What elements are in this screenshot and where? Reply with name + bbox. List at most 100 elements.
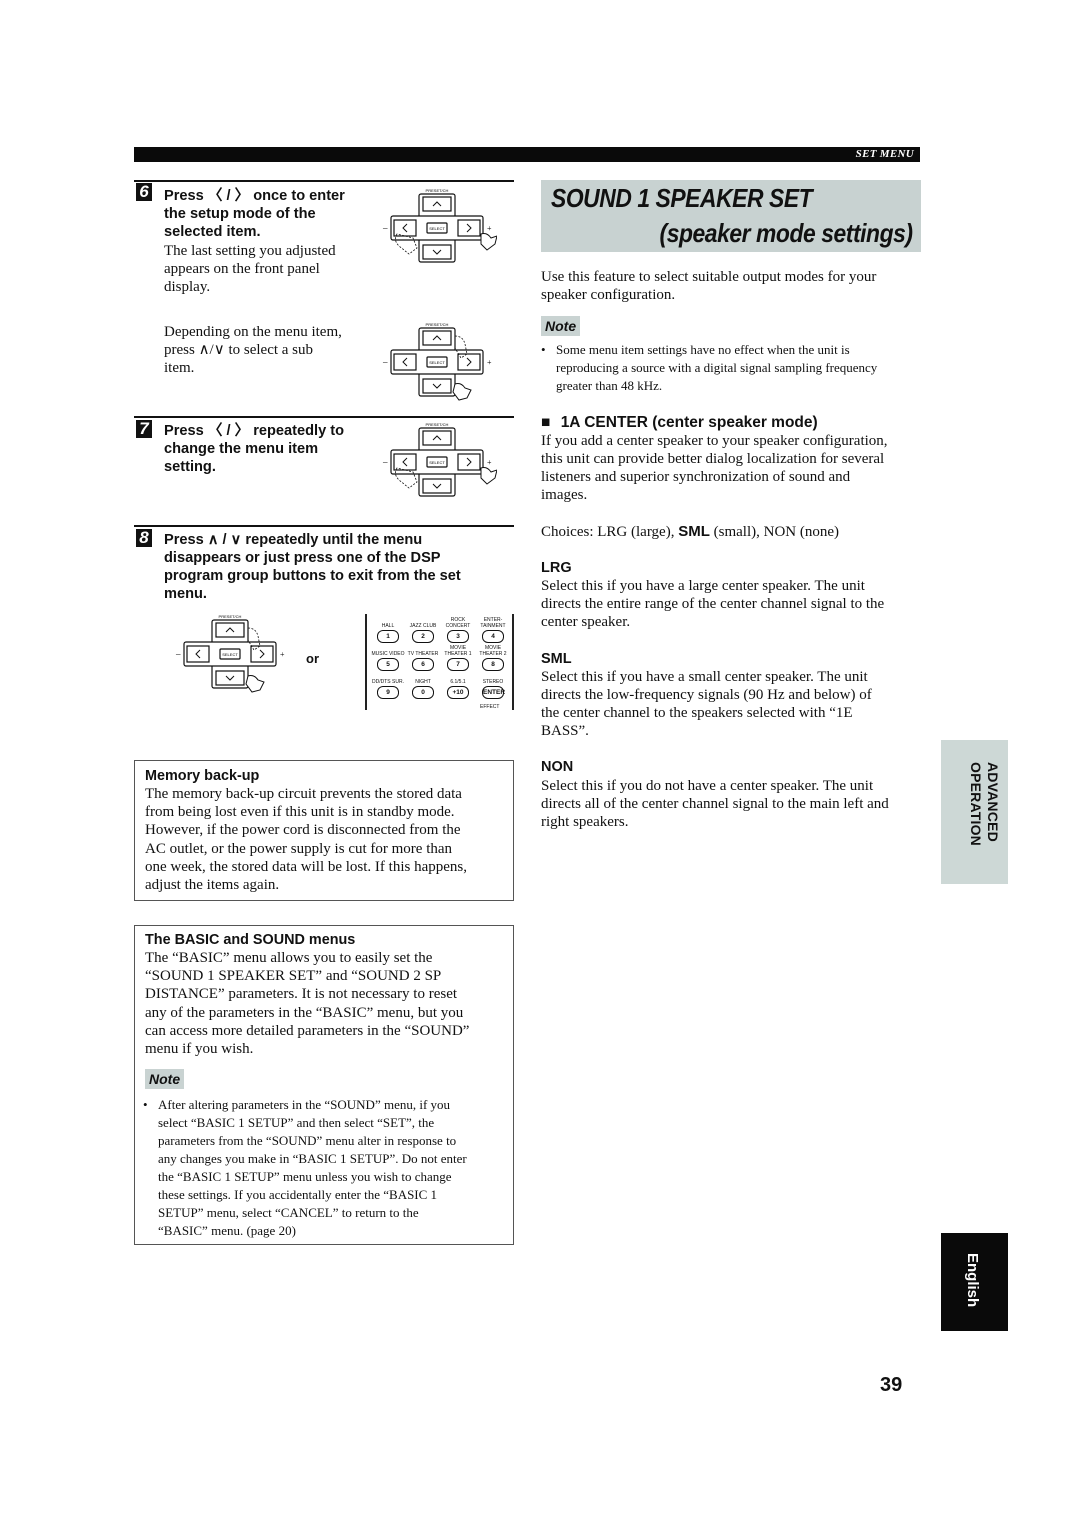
dsp-program-button: TV THEATER 6 xyxy=(406,646,440,671)
svg-text:SELECT: SELECT xyxy=(429,360,445,365)
body-line: Select this if you have a large center s… xyxy=(541,578,865,594)
dsp-key: 1 xyxy=(377,630,399,643)
choices-suffix: (small), NON (none) xyxy=(709,524,840,540)
body-line: BASS”. xyxy=(541,723,589,739)
body-line: right speakers. xyxy=(541,814,629,830)
dsp-program-button: STEREO ENTER xyxy=(476,674,510,699)
section-title: 1A CENTER (center speaker mode) xyxy=(560,414,818,431)
page-title-box: SOUND 1 SPEAKER SET (speaker mode settin… xyxy=(541,180,921,252)
hand-pointer-icon xyxy=(245,675,265,693)
svg-text:PRESET/CH: PRESET/CH xyxy=(219,614,242,619)
effect-label: EFFECT xyxy=(480,704,500,710)
square-bullet-icon: ■ xyxy=(541,414,551,431)
dsp-program-button: MUSIC VIDEO 5 xyxy=(371,646,405,671)
body-line: can access more detailed parameters in t… xyxy=(145,1022,470,1039)
step-divider xyxy=(134,416,514,418)
note-item: • After altering parameters in the “SOUN… xyxy=(143,1096,505,1240)
body-line: press ∧/∨ to select a sub xyxy=(164,342,314,358)
body-line: speaker configuration. xyxy=(541,287,676,303)
dsp-key: 8 xyxy=(482,658,504,671)
dsp-key: 4 xyxy=(482,630,504,643)
dsp-program-button: JAZZ CLUB 2 xyxy=(406,618,440,643)
body-line: AC outlet, or the power supply is cut fo… xyxy=(145,840,453,857)
svg-text:+: + xyxy=(280,650,285,659)
option-heading-non: NON xyxy=(541,759,574,775)
svg-text:+: + xyxy=(487,358,492,367)
body-line: display. xyxy=(164,279,211,295)
dsp-program-label: NIGHT xyxy=(415,678,431,685)
body-line: images. xyxy=(541,487,588,503)
dsp-program-button: NIGHT 0 xyxy=(406,674,440,699)
dsp-program-button: MOVIE THEATER 17 xyxy=(441,645,475,671)
step-8-heading: Press ∧ / ∨ repeatedly until the menu di… xyxy=(164,531,461,603)
tab-line: OPERATION xyxy=(968,762,984,846)
heading-line: Press ∧ / ∨ repeatedly until the menu xyxy=(164,532,423,548)
heading-line: selected item. xyxy=(164,224,261,240)
side-tab-label: ADVANCED OPERATION xyxy=(949,762,1001,862)
dsp-program-button: HALL 1 xyxy=(371,618,405,643)
dsp-key: ENTER xyxy=(482,686,505,699)
heading-line: the setup mode of the xyxy=(164,206,316,222)
step-6-sub-body: Depending on the menu item, press ∧/∨ to… xyxy=(164,323,342,377)
body-line: one week, the stored data will be lost. … xyxy=(145,858,468,875)
minus-sign: – xyxy=(382,223,388,233)
plus-sign: + xyxy=(487,224,492,233)
note-item: • Some menu item settings have no effect… xyxy=(541,341,926,395)
option-body-sml: Select this if you have a small center s… xyxy=(541,668,872,740)
dsp-program-label: ENTER- TAINMENT xyxy=(480,617,506,629)
up-key xyxy=(422,196,452,212)
down-key xyxy=(422,244,452,260)
note-line: Some menu item settings have no effect w… xyxy=(556,342,850,357)
preset-label: PRESET/CH xyxy=(426,188,449,193)
body-line: from being lost even if this unit is in … xyxy=(145,804,455,821)
remote-pad-illustration: PRESET/CH SELECT – + xyxy=(382,322,492,401)
svg-text:SELECT: SELECT xyxy=(429,460,445,465)
dsp-program-label: TV THEATER xyxy=(407,650,439,657)
section-header-bar: SET MENU xyxy=(134,147,920,162)
body-line: The memory back-up circuit prevents the … xyxy=(145,786,462,802)
choices-default: SML xyxy=(678,523,710,540)
dsp-program-button: ENTER- TAINMENT 4 xyxy=(476,617,510,643)
note-line: parameters from the “SOUND” menu alter i… xyxy=(158,1133,457,1148)
memory-backup-title: Memory back-up xyxy=(145,768,260,784)
body-line: The “BASIC” menu allows you to easily se… xyxy=(145,950,433,966)
basic-sound-title: The BASIC and SOUND menus xyxy=(145,932,356,948)
heading-line: program group buttons to exit from the s… xyxy=(164,568,461,584)
note-line: these settings. If you accidentally ente… xyxy=(158,1187,438,1202)
svg-text:–: – xyxy=(382,357,388,367)
body-line: Select this if you have a small center s… xyxy=(541,669,868,685)
step-6-body: The last setting you adjusted appears on… xyxy=(164,242,336,296)
side-tab-advanced-operation[interactable]: ADVANCED OPERATION xyxy=(941,740,1008,884)
dsp-key: 6 xyxy=(412,658,434,671)
svg-text:+: + xyxy=(487,458,492,467)
dsp-program-label: ROCK CONCERT xyxy=(445,617,471,629)
step-7-heading: Press 〈 / 〉 repeatedly to change the men… xyxy=(164,422,344,476)
hand-pointer-icon xyxy=(452,383,472,401)
heading-line: Press 〈 / 〉 once to enter xyxy=(164,188,345,204)
choices-prefix: Choices: LRG (large), xyxy=(541,524,679,540)
dsp-program-label: DD/DTS SUR. xyxy=(372,678,404,685)
body-line: Use this feature to select suitable outp… xyxy=(541,269,877,285)
step-6-heading: Press 〈 / 〉 once to enter the setup mode… xyxy=(164,187,345,241)
step-divider xyxy=(134,525,514,527)
hand-pointer-icon xyxy=(480,467,497,485)
select-label: SELECT xyxy=(429,226,445,231)
dsp-program-button: 6.1/5.1 +10 xyxy=(441,674,475,699)
heading-line: setting. xyxy=(164,459,216,475)
body-line: Select this if you do not have a center … xyxy=(541,778,874,794)
svg-text:PRESET/CH: PRESET/CH xyxy=(426,322,449,327)
note-line: SETUP” menu, select “CANCEL” to return t… xyxy=(158,1205,419,1220)
side-tab-english[interactable]: English xyxy=(941,1233,1008,1331)
section-body: If you add a center speaker to your spea… xyxy=(541,432,888,504)
heading-line: Press 〈 / 〉 repeatedly to xyxy=(164,423,345,439)
heading-line: change the menu item xyxy=(164,441,319,457)
section-heading: ■ 1A CENTER (center speaker mode) xyxy=(541,414,818,432)
note-line: any changes you make in “BASIC 1 SETUP”.… xyxy=(158,1151,467,1166)
page-number: 39 xyxy=(880,1374,903,1396)
step-number-7: 7 xyxy=(136,420,152,438)
note-line: reproducing a source with a digital sign… xyxy=(556,360,878,375)
heading-line: menu. xyxy=(164,586,207,602)
body-line: “SOUND 1 SPEAKER SET” and “SOUND 2 SP xyxy=(145,968,442,985)
dsp-program-label: MOVIE THEATER 1 xyxy=(444,645,472,657)
dsp-key: +10 xyxy=(447,686,469,699)
